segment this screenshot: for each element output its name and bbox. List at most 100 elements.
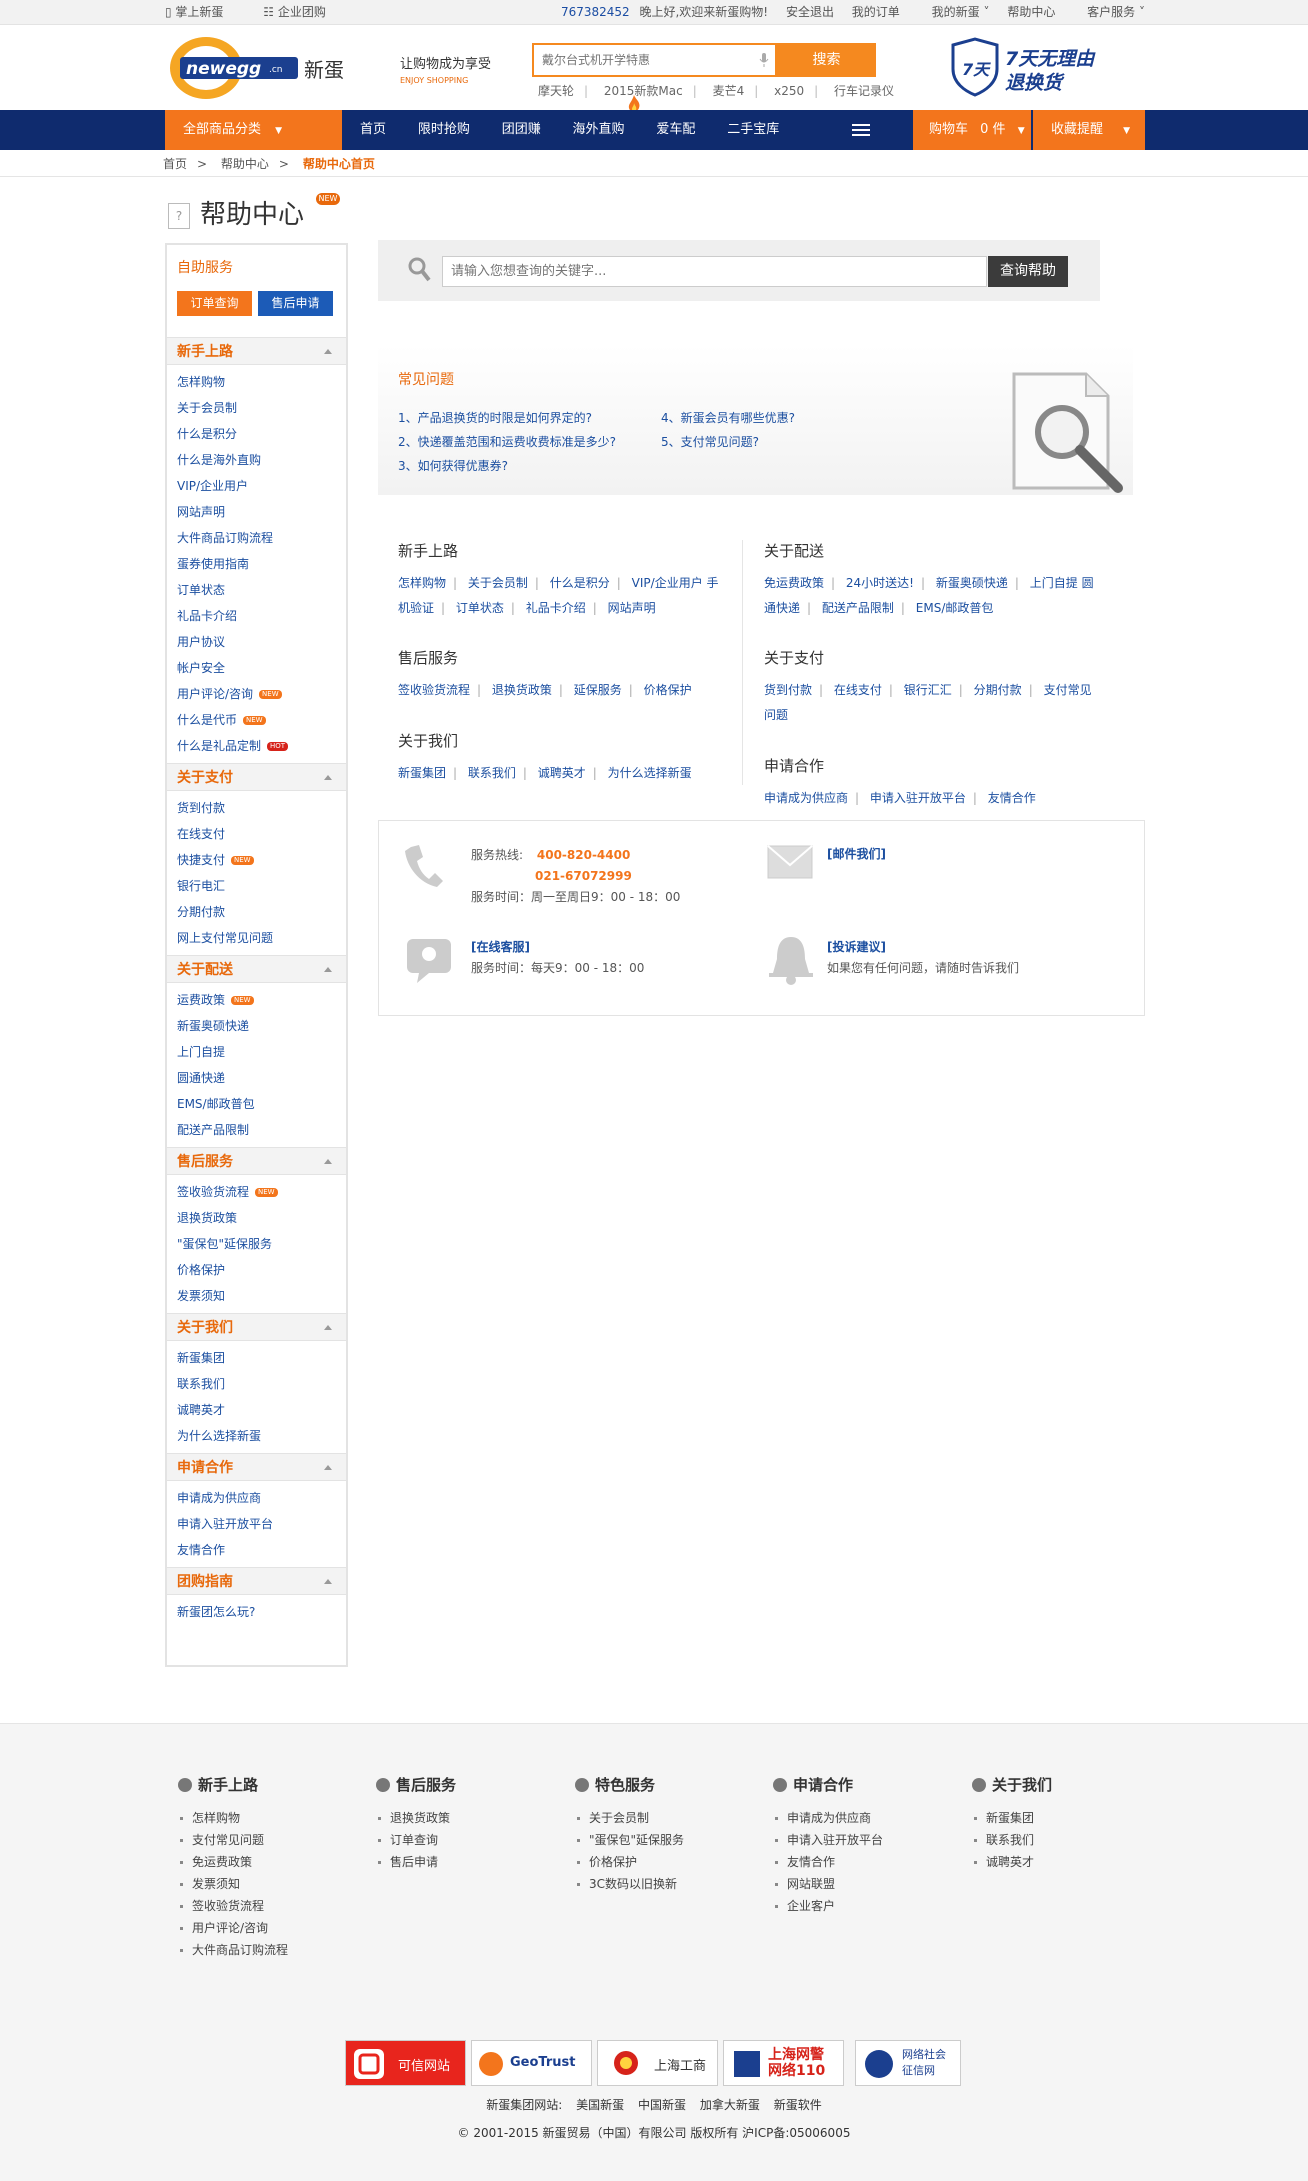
sidebar-section-header[interactable]: 申请合作: [167, 1453, 346, 1481]
sidebar-item[interactable]: 上门自提: [177, 1039, 346, 1065]
sidebar-section-header[interactable]: 售后服务: [167, 1147, 346, 1175]
group-site-link[interactable]: 加拿大新蛋: [700, 2098, 760, 2112]
sidebar-section-header[interactable]: 关于配送: [167, 955, 346, 983]
hotword[interactable]: x250: [774, 84, 804, 98]
trust-badge[interactable]: 可信网站: [345, 2040, 466, 2086]
customer-service-link[interactable]: 客户服务 ˅: [1073, 5, 1145, 19]
footer-link[interactable]: 申请入驻开放平台: [773, 1829, 883, 1851]
breadcrumb-home[interactable]: 首页: [163, 157, 187, 171]
collapse-caret-icon[interactable]: [324, 1325, 332, 1330]
category-link[interactable]: 免运费政策: [764, 576, 824, 590]
microphone-icon[interactable]: [759, 53, 769, 67]
sidebar-item[interactable]: 网站声明: [177, 499, 346, 525]
sidebar-item[interactable]: 申请入驻开放平台: [177, 1511, 346, 1537]
sidebar-item[interactable]: 联系我们: [177, 1371, 346, 1397]
breadcrumb-help[interactable]: 帮助中心: [221, 157, 269, 171]
category-link[interactable]: 机验证: [398, 601, 434, 615]
category-link[interactable]: 银行汇汇: [904, 683, 952, 697]
menu-icon[interactable]: [852, 124, 870, 136]
footer-link[interactable]: 免运费政策: [178, 1851, 288, 1873]
sidebar-item[interactable]: 在线支付: [177, 821, 346, 847]
category-link[interactable]: 礼品卡介绍: [526, 601, 586, 615]
sidebar-item[interactable]: 为什么选择新蛋: [177, 1423, 346, 1449]
faq-question[interactable]: 2、快递覆盖范围和运费收费标准是多少?: [398, 433, 616, 450]
category-link[interactable]: 诚聘英才: [538, 766, 586, 780]
sidebar-item[interactable]: 新蛋奥硕快递: [177, 1013, 346, 1039]
sidebar-item[interactable]: VIP/企业用户: [177, 473, 346, 499]
category-link[interactable]: 新蛋集团: [398, 766, 446, 780]
footer-link[interactable]: 售后申请: [376, 1851, 456, 1873]
cart-button[interactable]: 购物车 0 件 ▼: [913, 110, 1031, 150]
sidebar-item[interactable]: 帐户安全: [177, 655, 346, 681]
footer-link[interactable]: 新蛋集团: [972, 1807, 1052, 1829]
category-link[interactable]: 新蛋奥硕快递: [936, 576, 1008, 590]
collapse-caret-icon[interactable]: [324, 967, 332, 972]
category-link[interactable]: 怎样购物: [398, 576, 446, 590]
category-link[interactable]: 货到付款: [764, 683, 812, 697]
footer-link[interactable]: 友情合作: [773, 1851, 883, 1873]
sidebar-item[interactable]: 什么是代币 NEW: [177, 707, 346, 733]
sidebar-item[interactable]: 货到付款: [177, 795, 346, 821]
category-link[interactable]: 延保服务: [574, 683, 622, 697]
footer-link[interactable]: 网站联盟: [773, 1873, 883, 1895]
category-link[interactable]: 在线支付: [834, 683, 882, 697]
nav-item[interactable]: 海外直购: [563, 110, 635, 150]
nav-item[interactable]: 团团赚: [492, 110, 551, 150]
after-sale-button[interactable]: 售后申请: [258, 291, 333, 316]
all-categories-button[interactable]: 全部商品分类 ▼: [165, 110, 342, 150]
sidebar-item[interactable]: 订单状态: [177, 577, 346, 603]
hotword[interactable]: 麦芒4: [713, 84, 745, 98]
category-link[interactable]: 友情合作: [988, 791, 1036, 805]
category-link[interactable]: VIP/企业用户 手: [632, 576, 719, 590]
footer-link[interactable]: 订单查询: [376, 1829, 456, 1851]
sidebar-item[interactable]: 签收验货流程 NEW: [177, 1179, 346, 1205]
my-orders-link[interactable]: 我的订单: [852, 5, 900, 19]
category-link[interactable]: 24小时送达!: [846, 576, 914, 590]
sidebar-item[interactable]: 用户评论/咨询 NEW: [177, 681, 346, 707]
sidebar-item[interactable]: 怎样购物: [177, 369, 346, 395]
trust-badge[interactable]: 网络社会 征信网: [855, 2040, 961, 2086]
nav-item[interactable]: 首页: [350, 110, 396, 150]
faq-question[interactable]: 1、产品退换货的时限是如何界定的?: [398, 409, 592, 426]
group-site-link[interactable]: 中国新蛋: [638, 2098, 686, 2112]
nav-item[interactable]: 二手宝库: [717, 110, 789, 150]
category-link[interactable]: 价格保护: [644, 683, 692, 697]
footer-link[interactable]: 价格保护: [575, 1851, 684, 1873]
my-newegg-link[interactable]: 我的新蛋 ˅: [918, 5, 990, 19]
faq-question[interactable]: 5、支付常见问题?: [661, 433, 759, 450]
sidebar-item[interactable]: 什么是礼品定制 HOT: [177, 733, 346, 759]
hotword[interactable]: 2015新款Mac: [604, 84, 683, 98]
nav-item[interactable]: 限时抢购: [408, 110, 480, 150]
logout-link[interactable]: 安全退出: [786, 5, 834, 19]
category-link[interactable]: 支付常见: [1044, 683, 1092, 697]
footer-link[interactable]: "蛋保包"延保服务: [575, 1829, 684, 1851]
search-input[interactable]: [534, 45, 749, 75]
category-link[interactable]: 联系我们: [468, 766, 516, 780]
sidebar-section-header[interactable]: 关于支付: [167, 763, 346, 791]
sidebar-item[interactable]: 网上支付常见问题: [177, 925, 346, 951]
category-link[interactable]: EMS/邮政普包: [916, 601, 994, 615]
category-link[interactable]: 申请成为供应商: [764, 791, 848, 805]
footer-link[interactable]: 联系我们: [972, 1829, 1052, 1851]
trust-badge[interactable]: 上海工商: [597, 2040, 718, 2086]
help-search-input[interactable]: [442, 256, 987, 287]
group-site-link[interactable]: 新蛋软件: [774, 2098, 822, 2112]
sidebar-item[interactable]: 礼品卡介绍: [177, 603, 346, 629]
sidebar-item[interactable]: 配送产品限制: [177, 1117, 346, 1143]
footer-link[interactable]: 发票须知: [178, 1873, 288, 1895]
sidebar-item[interactable]: EMS/邮政普包: [177, 1091, 346, 1117]
sidebar-item[interactable]: 新蛋集团: [177, 1345, 346, 1371]
sidebar-item[interactable]: 友情合作: [177, 1537, 346, 1563]
sidebar-item[interactable]: 价格保护: [177, 1257, 346, 1283]
favorites-button[interactable]: 收藏提醒 ▼: [1033, 110, 1145, 150]
category-link[interactable]: 订单状态: [456, 601, 504, 615]
footer-link[interactable]: 支付常见问题: [178, 1829, 288, 1851]
trust-badge[interactable]: 上海网警 网络110: [723, 2040, 844, 2086]
category-link[interactable]: 退换货政策: [492, 683, 552, 697]
sidebar-item[interactable]: 什么是积分: [177, 421, 346, 447]
help-search-button[interactable]: 查询帮助: [988, 256, 1068, 287]
trust-badge[interactable]: GeoTrust: [471, 2040, 592, 2086]
newegg-logo[interactable]: newegg .cn 新蛋: [168, 35, 343, 101]
collapse-caret-icon[interactable]: [324, 775, 332, 780]
group-buy-link[interactable]: ☷ 企业团购: [263, 5, 344, 19]
